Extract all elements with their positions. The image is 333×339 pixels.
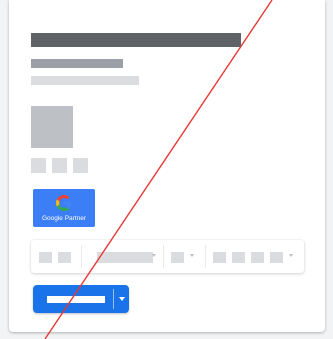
toolbar-dropdown[interactable] — [97, 252, 153, 263]
split-divider — [113, 289, 114, 309]
chevron-down-icon[interactable] — [190, 254, 194, 257]
toolbar-button[interactable] — [58, 252, 71, 263]
subtitle-placeholder — [31, 59, 123, 68]
icon-placeholder — [52, 158, 67, 173]
button-label-placeholder — [47, 296, 105, 303]
icon-placeholder — [73, 158, 88, 173]
chevron-down-icon[interactable] — [289, 254, 293, 257]
chevron-down-icon[interactable] — [119, 297, 125, 301]
badge-label: Google Partner — [41, 215, 87, 222]
formatting-toolbar — [31, 240, 304, 273]
toolbar-button[interactable] — [39, 252, 52, 263]
google-partner-badge[interactable]: Google Partner — [33, 189, 95, 227]
toolbar-divider — [205, 245, 206, 268]
chevron-down-icon[interactable] — [152, 254, 156, 257]
google-g-icon — [56, 195, 72, 211]
toolbar-button[interactable] — [251, 252, 264, 263]
toolbar-button[interactable] — [232, 252, 245, 263]
thumbnail-placeholder — [31, 106, 73, 148]
toolbar-divider — [163, 245, 164, 268]
toolbar-button[interactable] — [171, 252, 184, 263]
text-placeholder — [31, 76, 139, 85]
toolbar-button[interactable] — [213, 252, 226, 263]
primary-split-button[interactable] — [33, 285, 129, 313]
placeholder-card: Google Partner — [9, 0, 325, 332]
icon-placeholder — [31, 158, 46, 173]
title-placeholder — [31, 33, 241, 47]
toolbar-divider — [81, 245, 82, 268]
toolbar-button[interactable] — [270, 252, 283, 263]
